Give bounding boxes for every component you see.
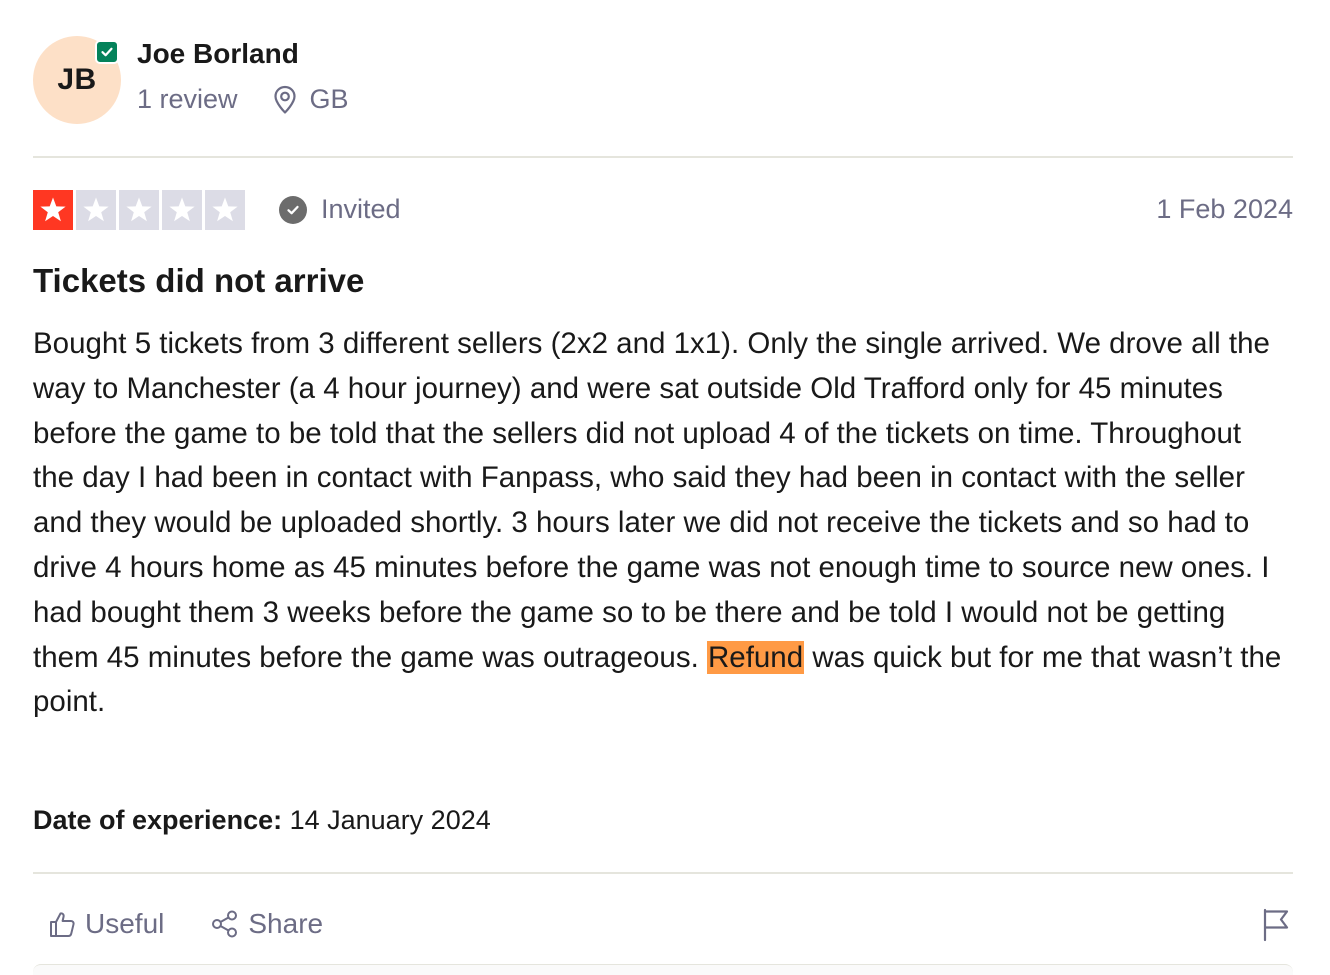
star-empty-icon [162,190,202,230]
review-title[interactable]: Tickets did not arrive [33,262,364,300]
header-divider [33,156,1293,158]
star-filled-icon [33,190,73,230]
avatar-container[interactable]: JB [33,36,121,124]
avatar-initials: JB [57,63,97,96]
review-body-text: Bought 5 tickets from 3 different seller… [33,327,1270,674]
share-label: Share [248,908,324,939]
check-circle-icon [279,195,307,224]
rating-row: Invited 1 Feb 2024 [33,190,1293,230]
review-body: Bought 5 tickets from 3 different seller… [33,322,1288,725]
experience-date: 14 January 2024 [282,805,491,835]
highlighted-keyword: Refund [706,640,805,674]
useful-label: Useful [85,908,165,939]
next-card-edge [33,964,1293,975]
reviewer-country: GB [309,84,349,114]
star-empty-icon [76,190,116,230]
location-pin-icon [272,85,298,115]
footer-divider [33,872,1293,874]
verified-check-icon [95,40,119,64]
reviewer-meta: 1 review GB [137,84,349,115]
star-empty-icon [205,190,245,230]
invited-status: Invited [279,194,401,225]
date-of-experience: Date of experience: 14 January 2024 [33,805,491,836]
star-rating [33,190,245,230]
reviewer-name[interactable]: Joe Borland [137,38,299,70]
review-card: JB Joe Borland 1 review GB Invited 1 Feb… [33,0,1293,975]
invited-label: Invited [321,194,401,224]
star-empty-icon [119,190,159,230]
review-count: 1 review [137,84,238,114]
useful-button[interactable]: Useful [47,908,164,940]
share-button[interactable]: Share [210,908,323,940]
flag-icon[interactable] [1261,908,1291,947]
thumbs-up-icon [50,912,75,937]
experience-label: Date of experience: [33,805,283,835]
review-actions: Useful Share [47,908,369,940]
review-date: 1 Feb 2024 [1156,194,1293,224]
share-icon [212,910,238,938]
